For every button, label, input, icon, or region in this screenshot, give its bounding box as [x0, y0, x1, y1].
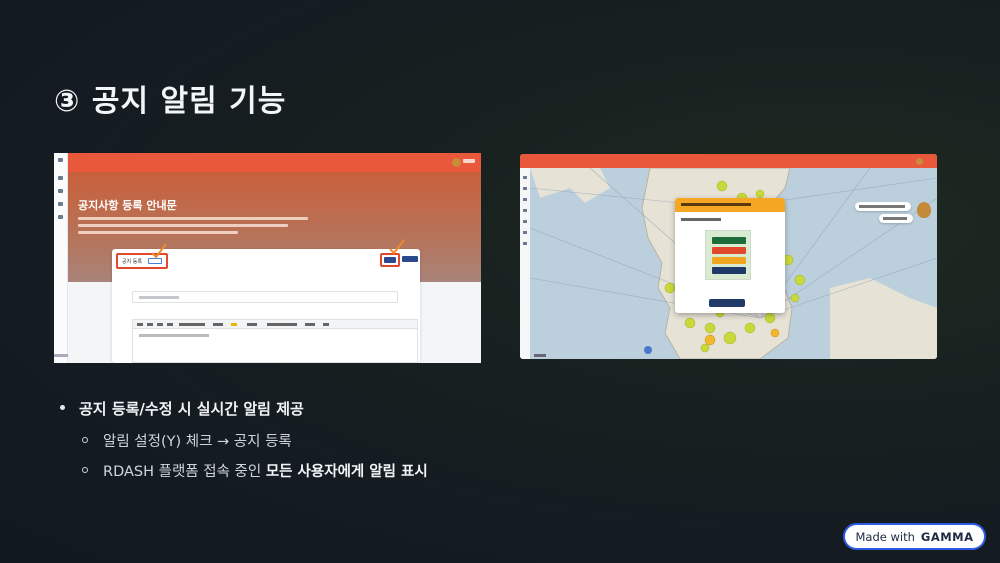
italic-icon[interactable]: [147, 323, 153, 326]
bullet-sub-2: RDASH 플랫폼 접속 중인 모든 사용자에게 알림 표시: [82, 460, 428, 481]
nav-icon: [523, 242, 527, 245]
notice-form-card: 공지 등록: [112, 239, 420, 363]
bullet-sub-1-text: 알림 설정(Y) 체크 → 공지 등록: [103, 434, 292, 450]
menu-icon: [58, 158, 63, 162]
nav-icon: [58, 176, 63, 180]
nav-icon: [523, 187, 527, 190]
bullet-ring-icon: [82, 467, 88, 473]
modal-text: [681, 218, 721, 221]
table-icon[interactable]: [305, 323, 315, 326]
made-with-gamma-badge[interactable]: Made with GAMMA: [843, 523, 986, 550]
poster-line: [712, 247, 746, 254]
nav-icon: [523, 220, 527, 223]
underline-icon[interactable]: [157, 323, 163, 326]
poster-line: [712, 237, 746, 244]
check-mark-icon: [151, 243, 167, 259]
editor-placeholder: [139, 334, 209, 337]
nav-icon: [523, 198, 527, 201]
notice-alert-modal[interactable]: [675, 198, 785, 313]
bullet-ring-icon: [82, 437, 88, 443]
notice-poster-image: [705, 230, 751, 280]
color-icon[interactable]: [231, 323, 237, 326]
title-input[interactable]: [132, 291, 398, 303]
banner-text-line: [78, 224, 288, 227]
sidebar-rail: [54, 153, 68, 363]
modal-header: [675, 198, 785, 212]
bullet-main: 공지 등록/수정 시 실시간 알림 제공: [60, 398, 304, 419]
bubble-text: [883, 217, 907, 220]
register-button-highlight: [380, 253, 400, 267]
nav-icon: [58, 189, 63, 193]
font-select[interactable]: [179, 323, 205, 326]
editor-area[interactable]: [132, 329, 418, 363]
bold-icon[interactable]: [137, 323, 143, 326]
strike-icon[interactable]: [167, 323, 173, 326]
image-icon[interactable]: [323, 323, 329, 326]
list-button[interactable]: [402, 256, 418, 262]
check-mark-icon: [389, 239, 405, 255]
gamma-logo: GAMMA: [920, 529, 974, 544]
avatar: [452, 158, 461, 167]
placeholder-line: [139, 296, 179, 299]
bubble-text: [859, 205, 905, 208]
size-select[interactable]: [213, 323, 223, 326]
nav-icon: [523, 231, 527, 234]
top-bar: [520, 154, 937, 168]
banner-text-line: [78, 231, 238, 234]
align-icons[interactable]: [267, 323, 297, 326]
slide-title: ③ 공지 알림 기능: [54, 84, 287, 119]
view-notice-button[interactable]: [709, 299, 745, 307]
top-bar: [68, 153, 481, 172]
register-button[interactable]: [384, 257, 396, 263]
nav-icon: [523, 176, 527, 179]
chat-bubble: [855, 202, 911, 211]
tab-label: 공지 등록: [122, 259, 142, 265]
chat-bubble: [879, 214, 913, 223]
nav-icon: [58, 215, 63, 219]
mascot-icon[interactable]: [917, 202, 931, 218]
nav-icon: [523, 209, 527, 212]
notice-registration-screenshot: 공지사항 등록 안내문 공지 등록: [54, 153, 481, 363]
bullet-main-text: 공지 등록/수정 시 실시간 알림 제공: [79, 400, 304, 418]
map-alert-screenshot: [520, 154, 937, 359]
badge-prefix: Made with: [855, 529, 915, 544]
sidebar-footer: [54, 354, 68, 357]
banner-text-line: [78, 217, 308, 220]
editor-toolbar: [132, 319, 418, 329]
nav-icon: [58, 202, 63, 206]
list-icon[interactable]: [247, 323, 257, 326]
map-attribution: [534, 354, 546, 357]
user-name: [463, 159, 475, 163]
banner-title: 공지사항 등록 안내문: [78, 199, 177, 212]
poster-line: [712, 267, 746, 274]
sidebar-rail: [520, 168, 530, 359]
modal-title: [681, 203, 751, 206]
bullet-sub-2-bold: 모든 사용자에게 알림 표시: [265, 464, 428, 480]
poster-line: [712, 257, 746, 264]
bullet-sub-2-text: RDASH 플랫폼 접속 중인: [103, 464, 266, 480]
avatar: [916, 158, 923, 165]
bullet-dot-icon: [60, 405, 65, 410]
bullet-sub-1: 알림 설정(Y) 체크 → 공지 등록: [82, 430, 292, 451]
